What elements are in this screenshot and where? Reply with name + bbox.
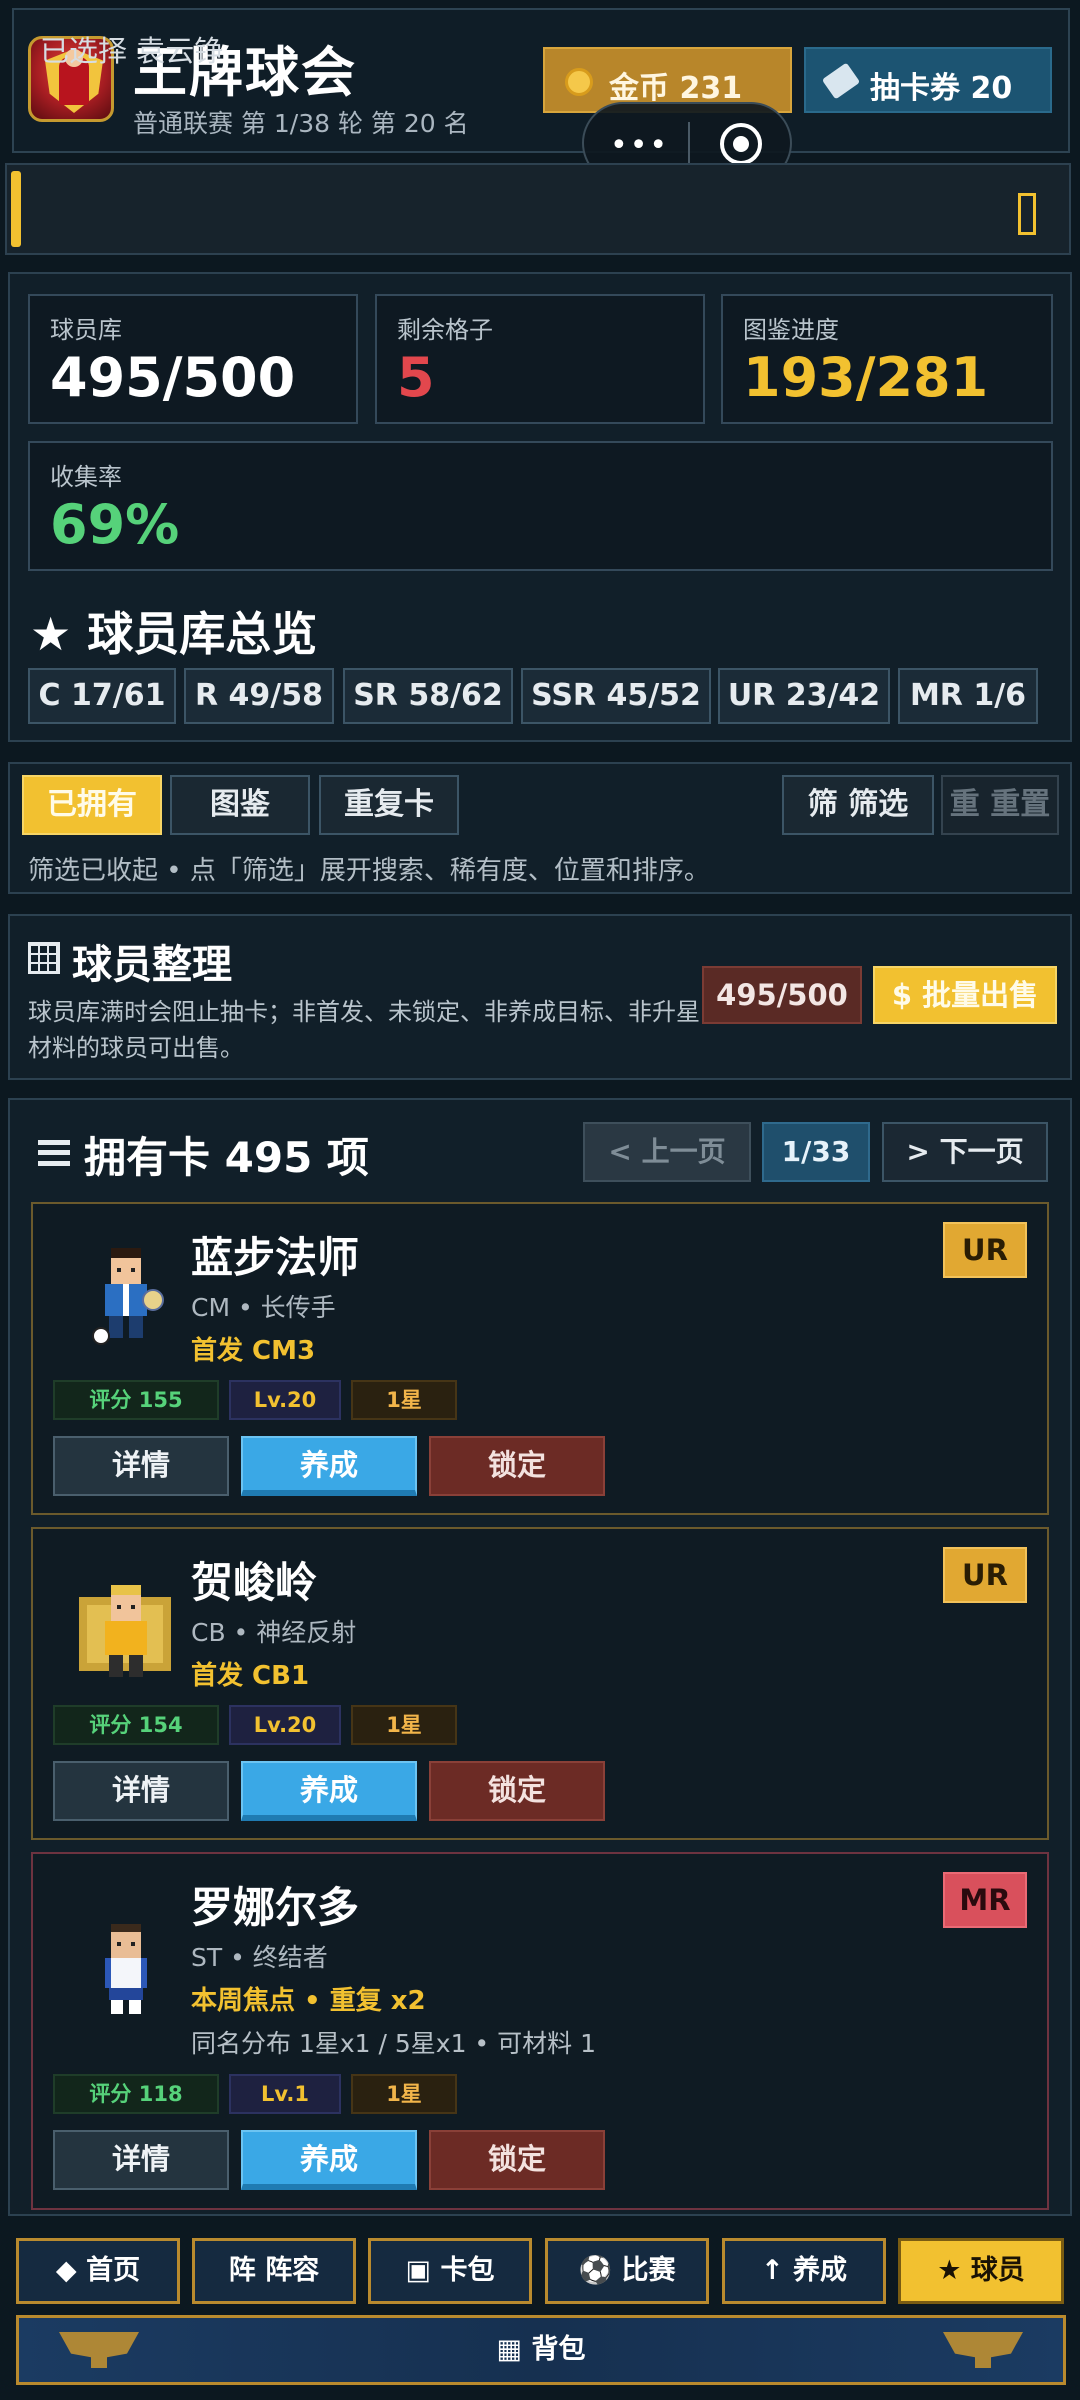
stat-dex: 图鉴进度 193/281 <box>721 294 1053 424</box>
tickets-label: 抽卡券 20 <box>870 71 1013 106</box>
reset-button[interactable]: 重 重置 <box>941 775 1059 835</box>
player-duplicate-info: 同名分布 1星x1 / 5星x1 • 可材料 1 <box>191 2029 596 2058</box>
detail-button[interactable]: 详情 <box>53 1436 229 1496</box>
star-tag: 1星 <box>351 1705 457 1745</box>
stat-slots-value: 5 <box>397 346 435 409</box>
nav-match[interactable]: ⚽ 比赛 <box>545 2238 709 2304</box>
rarity-chip-mr[interactable]: MR 1/6 <box>898 668 1038 724</box>
stat-rate: 收集率 69% <box>28 441 1053 571</box>
organize-description: 球员库满时会阻止抽卡；非首发、未锁定、非养成目标、非升星材料的球员可出售。 <box>28 998 700 1062</box>
rarity-badge: UR <box>943 1222 1027 1278</box>
page-indicator: 1/33 <box>762 1122 870 1182</box>
rarity-chip-r[interactable]: R 49/58 <box>184 668 334 724</box>
nav-home[interactable]: ◆ 首页 <box>16 2238 180 2304</box>
rarity-chip-c[interactable]: C 17/61 <box>28 668 176 724</box>
grid-icon <box>28 942 60 974</box>
star-tag: 1星 <box>351 1380 457 1420</box>
star-tag: 1星 <box>351 2074 457 2114</box>
overview-title: ★ 球员库总览 <box>30 607 318 661</box>
filter-hint: 筛选已收起 • 点「筛选」展开搜索、稀有度、位置和排序。 <box>28 856 710 886</box>
level-tag: Lv.20 <box>229 1380 341 1420</box>
trophy-right-icon <box>943 2332 1023 2368</box>
selection-bar[interactable] <box>5 163 1071 255</box>
player-portrait <box>79 1585 171 1677</box>
player-card[interactable]: 贺峻岭 CB • 神经反射 首发 CB1 UR 评分 154 Lv.20 1星 … <box>31 1527 1049 1840</box>
coin-icon <box>565 68 593 96</box>
player-starter: 首发 CM3 <box>191 1336 316 1366</box>
player-portrait <box>92 1248 164 1345</box>
player-focus: 本周焦点 • 重复 x2 <box>191 1986 426 2016</box>
player-card[interactable]: 蓝步法师 CM • 长传手 首发 CM3 UR 评分 155 Lv.20 1星 … <box>31 1202 1049 1515</box>
player-card[interactable]: 罗娜尔多 ST • 终结者 本周焦点 • 重复 x2 同名分布 1星x1 / 5… <box>31 1852 1049 2210</box>
league-status: 普通联赛 第 1/38 轮 第 20 名 <box>133 109 469 138</box>
menu-icon <box>38 1140 70 1166</box>
train-button[interactable]: 养成 <box>241 2130 417 2190</box>
backpack-label: ▦ 背包 <box>496 2334 586 2365</box>
score-tag: 评分 155 <box>53 1380 219 1420</box>
detail-button[interactable]: 详情 <box>53 1761 229 1821</box>
next-page-button[interactable]: > 下一页 <box>882 1122 1048 1182</box>
player-portrait <box>105 1924 147 2014</box>
stat-rate-value: 69% <box>50 493 180 556</box>
score-tag: 评分 118 <box>53 2074 219 2114</box>
stat-library-value: 495/500 <box>50 346 296 409</box>
stat-dex-value: 193/281 <box>743 346 989 409</box>
rarity-badge: UR <box>943 1547 1027 1603</box>
lock-button[interactable]: 锁定 <box>429 1761 605 1821</box>
level-tag: Lv.1 <box>229 2074 341 2114</box>
stat-slots-label: 剩余格子 <box>397 316 493 344</box>
score-tag: 评分 154 <box>53 1705 219 1745</box>
selection-box-icon[interactable] <box>1018 193 1036 235</box>
filter-button[interactable]: 筛 筛选 <box>782 775 934 835</box>
player-name: 蓝步法师 <box>191 1233 360 1282</box>
rarity-chip-ssr[interactable]: SSR 45/52 <box>521 668 711 724</box>
train-button[interactable]: 养成 <box>241 1761 417 1821</box>
stat-dex-label: 图鉴进度 <box>743 316 839 344</box>
bulk-sell-button[interactable]: $ 批量出售 <box>873 966 1057 1024</box>
player-position-trait: ST • 终结者 <box>191 1943 328 1972</box>
tab-dex[interactable]: 图鉴 <box>170 775 310 835</box>
player-name: 贺峻岭 <box>191 1558 318 1607</box>
rarity-chip-sr[interactable]: SR 58/62 <box>343 668 513 724</box>
stat-library-label: 球员库 <box>50 316 122 344</box>
rarity-chip-ur[interactable]: UR 23/42 <box>718 668 890 724</box>
selection-accent <box>11 171 21 247</box>
owned-cards-title: 拥有卡 495 项 <box>84 1133 369 1182</box>
level-tag: Lv.20 <box>229 1705 341 1745</box>
nav-packs[interactable]: ▣ 卡包 <box>368 2238 532 2304</box>
coins-label: 金币 231 <box>609 71 743 106</box>
prev-page-button[interactable]: < 上一页 <box>583 1122 751 1182</box>
tab-owned[interactable]: 已拥有 <box>22 775 162 835</box>
lock-button[interactable]: 锁定 <box>429 1436 605 1496</box>
nav-training[interactable]: ↑ 养成 <box>722 2238 886 2304</box>
train-button[interactable]: 养成 <box>241 1436 417 1496</box>
library-count-badge: 495/500 <box>702 966 862 1024</box>
stat-slots: 剩余格子 5 <box>375 294 705 424</box>
stat-library: 球员库 495/500 <box>28 294 358 424</box>
stat-rate-label: 收集率 <box>50 463 122 491</box>
player-starter: 首发 CB1 <box>191 1661 310 1691</box>
more-options-icon[interactable]: ••• <box>610 128 669 163</box>
player-name: 罗娜尔多 <box>191 1883 360 1932</box>
organize-title: 球员整理 <box>72 942 232 988</box>
close-target-icon[interactable] <box>720 123 762 165</box>
player-position-trait: CM • 长传手 <box>191 1293 336 1322</box>
player-position-trait: CB • 神经反射 <box>191 1618 357 1647</box>
nav-players[interactable]: ★ 球员 <box>898 2238 1064 2304</box>
tickets-badge[interactable]: 抽卡券 20 <box>804 47 1052 113</box>
detail-button[interactable]: 详情 <box>53 2130 229 2190</box>
nav-lineup[interactable]: 阵 阵容 <box>192 2238 356 2304</box>
backpack-button[interactable]: ▦ 背包 <box>16 2315 1066 2385</box>
capsule-divider <box>688 122 690 166</box>
rarity-badge: MR <box>943 1872 1027 1928</box>
lock-button[interactable]: 锁定 <box>429 2130 605 2190</box>
selected-player-text: 已选择 袁云铮 <box>40 34 224 68</box>
trophy-left-icon <box>59 2332 139 2368</box>
ticket-icon <box>821 62 861 100</box>
tab-duplicates[interactable]: 重复卡 <box>319 775 459 835</box>
